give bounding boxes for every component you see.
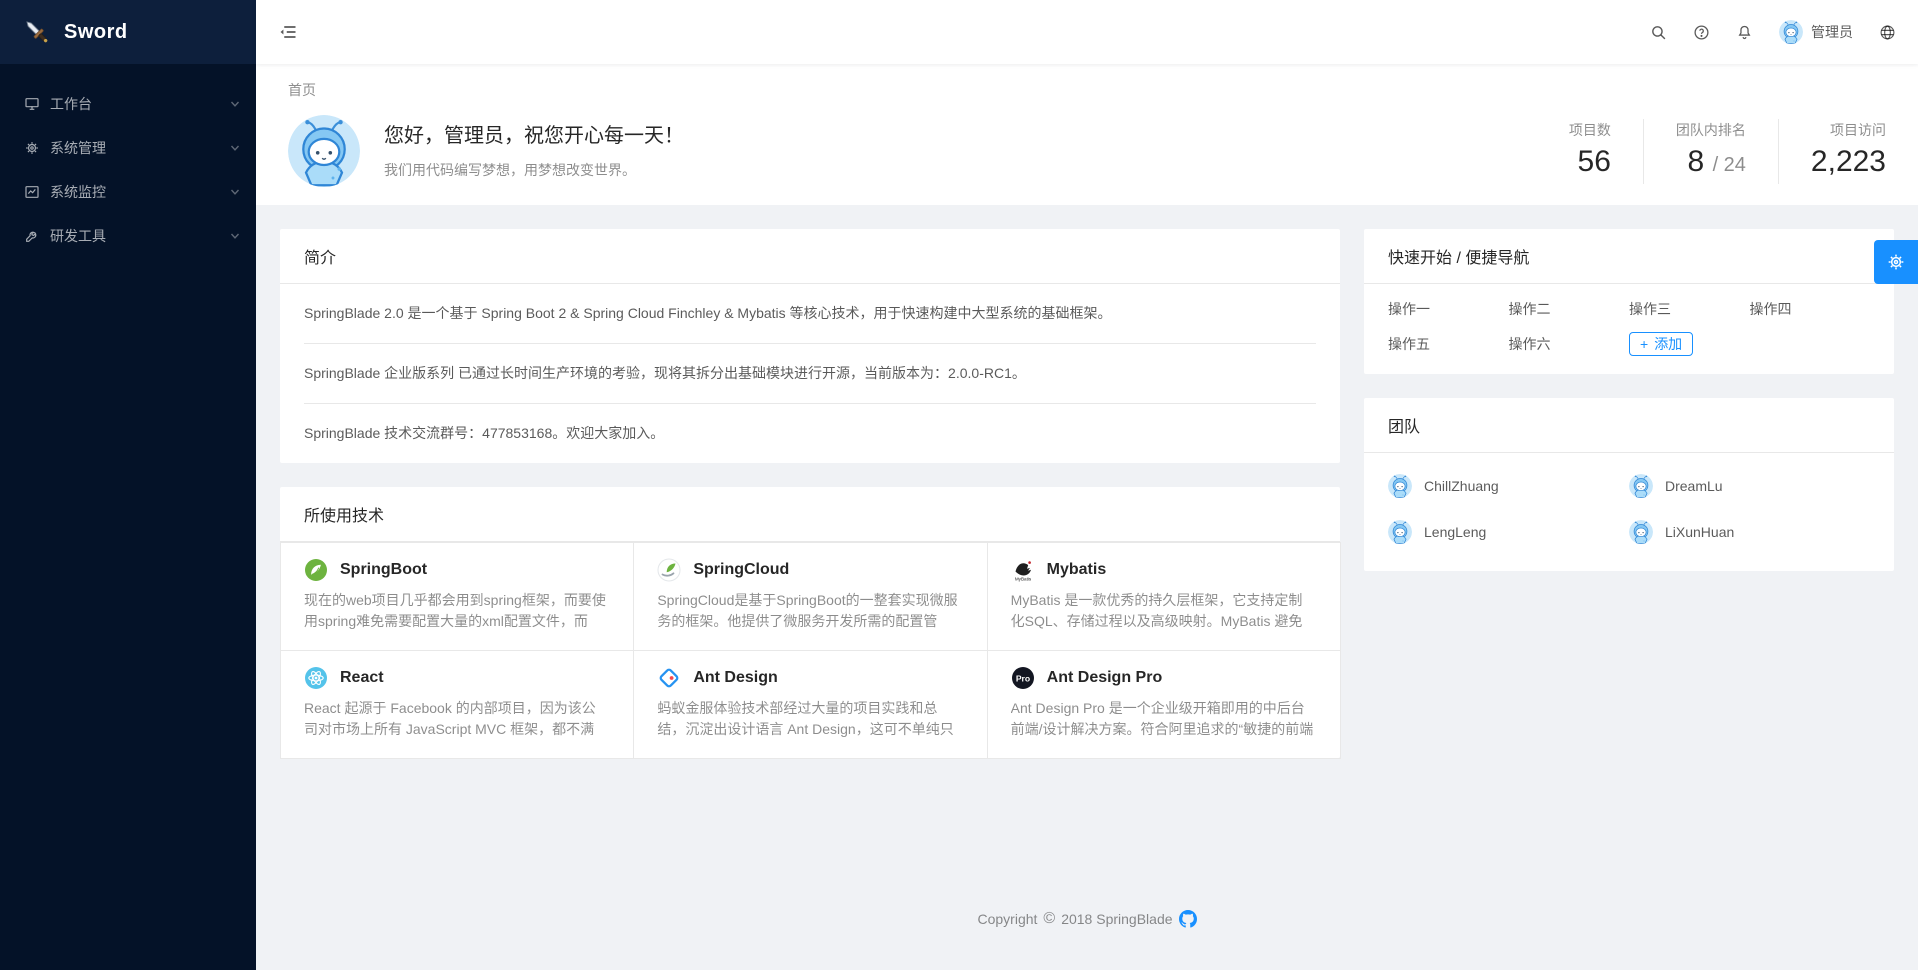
member-avatar xyxy=(1388,520,1412,544)
plus-icon: + xyxy=(1640,336,1648,352)
monitor-chart-icon xyxy=(24,184,40,200)
quick-nav-title: 快速开始 / 便捷导航 xyxy=(1364,229,1894,284)
topbar: 管理员 xyxy=(256,0,1918,64)
ant-design-icon xyxy=(657,666,681,690)
copyright-icon: © xyxy=(1043,910,1055,928)
stat-projects: 项目数 56 xyxy=(1537,119,1643,184)
sidebar-item-workbench[interactable]: 工作台 xyxy=(0,84,256,124)
intro-card-title: 简介 xyxy=(280,229,1340,284)
username: 管理员 xyxy=(1811,22,1853,42)
member-avatar xyxy=(1629,520,1653,544)
intro-item: SpringBlade 企业版系列 已通过长时间生产环境的考验，现将其拆分出基础… xyxy=(304,344,1316,404)
member-avatar xyxy=(1629,474,1653,498)
tech-card-title: 所使用技术 xyxy=(280,487,1340,542)
intro-item: SpringBlade 技术交流群号：477853168。欢迎大家加入。 xyxy=(304,404,1316,463)
tech-cell-ant-design: Ant Design 蚂蚁金服体验技术部经过大量的项目实践和总结，沉淀出设计语言… xyxy=(633,650,986,758)
sidebar-item-dev-tools[interactable]: 研发工具 xyxy=(0,216,256,256)
bell-icon[interactable] xyxy=(1736,24,1753,41)
content: 简介 SpringBlade 2.0 是一个基于 Spring Boot 2 &… xyxy=(256,205,1918,782)
team-member[interactable]: DreamLu xyxy=(1629,474,1870,498)
tech-cell-springcloud: SpringCloud SpringCloud是基于SpringBoot的一整套… xyxy=(633,542,986,650)
quick-link-5[interactable]: 操作五 xyxy=(1388,333,1509,355)
tech-cell-springboot: SpringBoot 现在的web项目几乎都会用到spring框架，而要使用sp… xyxy=(280,542,633,650)
springboot-icon xyxy=(304,558,328,582)
settings-gear-icon xyxy=(1886,252,1906,272)
sidebar-fold-button[interactable] xyxy=(256,0,320,64)
app-title: Sword xyxy=(64,21,128,44)
sidebar-item-system-management[interactable]: 系统管理 xyxy=(0,128,256,168)
svg-text:MyBatis: MyBatis xyxy=(1014,577,1031,582)
footer: Copyright © 2018 SpringBlade xyxy=(256,910,1918,954)
chevron-down-icon xyxy=(230,143,240,153)
greeting-motto: 我们用代码编写梦想，用梦想改变世界。 xyxy=(384,160,1537,180)
copyright-text: Copyright xyxy=(977,911,1037,927)
team-member[interactable]: LiXunHuan xyxy=(1629,520,1870,544)
gear-icon xyxy=(24,140,40,156)
main-area: 管理员 首页 您好，管理员，祝您开心每一天！ 我们用代码编写梦想，用梦想改变世界… xyxy=(256,0,1918,970)
menu-fold-icon xyxy=(278,22,298,42)
greeting-avatar xyxy=(288,115,360,187)
greeting-title: 您好，管理员，祝您开心每一天！ xyxy=(384,122,1537,150)
sword-logo-icon xyxy=(22,17,52,47)
topbar-actions: 管理员 xyxy=(1650,20,1918,44)
intro-card: 简介 SpringBlade 2.0 是一个基于 Spring Boot 2 &… xyxy=(280,229,1340,463)
quick-link-1[interactable]: 操作一 xyxy=(1388,298,1509,320)
app-layout: Sword 工作台 系统管理 xyxy=(0,0,1918,970)
footer-text: 2018 SpringBlade xyxy=(1061,911,1172,927)
team-member[interactable]: LengLeng xyxy=(1388,520,1629,544)
breadcrumb[interactable]: 首页 xyxy=(288,80,316,101)
globe-icon[interactable] xyxy=(1879,24,1896,41)
page-header: 首页 您好，管理员，祝您开心每一天！ 我们用代码编写梦想，用梦想改变世界。 项目… xyxy=(256,64,1918,205)
stat-visits: 项目访问 2,223 xyxy=(1778,119,1886,184)
quick-link-4[interactable]: 操作四 xyxy=(1750,298,1871,320)
github-icon[interactable] xyxy=(1179,910,1197,928)
quick-nav-card: 快速开始 / 便捷导航 操作一 操作二 操作三 操作四 操作五 操作六 + 添加 xyxy=(1364,229,1894,374)
team-card: 团队 ChillZhuang DreamLu LengLeng xyxy=(1364,398,1894,571)
wrench-icon xyxy=(24,228,40,244)
intro-item: SpringBlade 2.0 是一个基于 Spring Boot 2 & Sp… xyxy=(304,284,1316,344)
help-icon[interactable] xyxy=(1693,24,1710,41)
svg-text:Pro: Pro xyxy=(1015,673,1029,683)
tech-cell-mybatis: MyBatis Mybatis MyBatis 是一款优秀的持久层框架，它支持定… xyxy=(987,542,1340,650)
stats: 项目数 56 团队内排名 8 / 24 项目访问 2,223 xyxy=(1537,119,1886,184)
desktop-icon xyxy=(24,96,40,112)
quick-link-3[interactable]: 操作三 xyxy=(1629,298,1750,320)
tech-cell-react: React React 起源于 Facebook 的内部项目，因为该公司对市场上… xyxy=(280,650,633,758)
app-logo[interactable]: Sword xyxy=(0,0,256,64)
quick-link-2[interactable]: 操作二 xyxy=(1509,298,1630,320)
sidebar-item-label: 系统监控 xyxy=(50,182,230,202)
tech-card: 所使用技术 SpringBoot 现在的web项目几乎都会用到spring框架，… xyxy=(280,487,1340,758)
tech-cell-ant-design-pro: Pro Ant Design Pro Ant Design Pro 是一个企业级… xyxy=(987,650,1340,758)
search-icon[interactable] xyxy=(1650,24,1667,41)
mybatis-icon: MyBatis xyxy=(1011,558,1035,582)
sidebar: Sword 工作台 系统管理 xyxy=(0,0,256,970)
springcloud-icon xyxy=(657,558,681,582)
team-card-title: 团队 xyxy=(1364,398,1894,453)
user-avatar xyxy=(1779,20,1803,44)
user-menu[interactable]: 管理员 xyxy=(1779,20,1853,44)
sidebar-item-label: 研发工具 xyxy=(50,226,230,246)
tech-grid: SpringBoot 现在的web项目几乎都会用到spring框架，而要使用sp… xyxy=(280,542,1340,758)
ant-design-pro-icon: Pro xyxy=(1011,666,1035,690)
react-icon xyxy=(304,666,328,690)
member-avatar xyxy=(1388,474,1412,498)
chevron-down-icon xyxy=(230,99,240,109)
stat-team-rank: 团队内排名 8 / 24 xyxy=(1643,119,1778,184)
sidebar-item-label: 系统管理 xyxy=(50,138,230,158)
quick-link-6[interactable]: 操作六 xyxy=(1509,333,1630,355)
add-button[interactable]: + 添加 xyxy=(1629,332,1693,356)
theme-settings-button[interactable] xyxy=(1874,240,1918,284)
team-member[interactable]: ChillZhuang xyxy=(1388,474,1629,498)
chevron-down-icon xyxy=(230,231,240,241)
sidebar-item-label: 工作台 xyxy=(50,94,230,114)
sidebar-item-system-monitor[interactable]: 系统监控 xyxy=(0,172,256,212)
sidebar-menu: 工作台 系统管理 系统监控 xyxy=(0,64,256,260)
chevron-down-icon xyxy=(230,187,240,197)
